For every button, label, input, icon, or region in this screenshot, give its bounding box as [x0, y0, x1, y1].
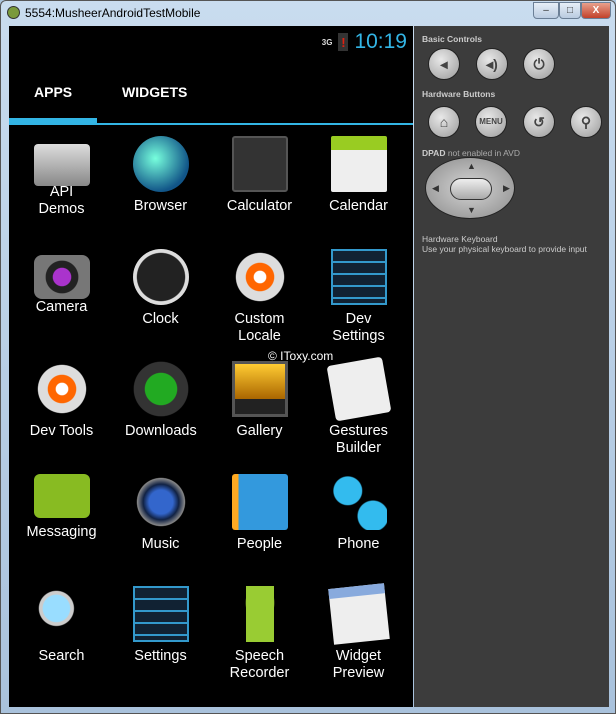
volume-down-button[interactable]: ◂	[428, 48, 460, 80]
app-gestures-builder[interactable]: Gestures Builder	[309, 356, 408, 457]
app-search[interactable]: Search	[12, 586, 111, 665]
status-bar: 3G ! 10:19	[322, 30, 407, 54]
dpad-center[interactable]	[450, 178, 492, 200]
app-label: Browser	[133, 198, 188, 214]
sliders-icon	[330, 249, 387, 305]
app-gallery[interactable]: Gallery	[210, 361, 309, 440]
app-music[interactable]: Music	[111, 474, 210, 553]
dpad-left-icon[interactable]: ◀	[432, 183, 439, 194]
keyboard-heading: Hardware Keyboard	[422, 234, 498, 244]
minimize-button[interactable]: –	[533, 2, 559, 19]
widget-icon	[327, 583, 390, 645]
android-app-icon	[7, 6, 20, 19]
message-icon	[33, 474, 90, 518]
app-phone[interactable]: Phone	[309, 474, 408, 553]
app-label: People	[236, 536, 283, 552]
calendar-icon	[330, 136, 387, 192]
app-dev-settings[interactable]: Dev Settings	[309, 249, 408, 345]
tab-divider	[9, 123, 413, 125]
close-button[interactable]: X	[581, 2, 611, 19]
gesture-icon	[326, 356, 391, 422]
app-custom-locale[interactable]: Custom Locale	[210, 249, 309, 345]
app-people[interactable]: People	[210, 474, 309, 553]
phone-icon	[330, 474, 387, 530]
tab-apps[interactable]: APPS	[34, 84, 72, 100]
menu-button[interactable]: MENU	[475, 106, 507, 138]
gear-icon	[33, 361, 90, 417]
speaker-icon	[132, 474, 189, 530]
dpad-up-icon[interactable]: ▲	[467, 161, 476, 171]
contacts-icon	[231, 474, 288, 530]
app-dev-tools[interactable]: Dev Tools	[12, 361, 111, 440]
app-camera[interactable]: Camera	[12, 249, 111, 316]
app-label: API Demos	[38, 184, 85, 217]
app-messaging[interactable]: Messaging	[12, 474, 111, 541]
app-label: Speech Recorder	[229, 648, 290, 681]
sliders-icon	[132, 586, 189, 642]
dpad[interactable]: ▲ ▼ ◀ ▶	[425, 157, 515, 219]
app-label: Gestures Builder	[329, 423, 388, 456]
window-title: 5554:MusheerAndroidTestMobile	[25, 6, 201, 20]
app-calculator[interactable]: Calculator	[210, 136, 309, 215]
app-label: Custom Locale	[234, 311, 285, 344]
picture-icon	[231, 361, 288, 417]
app-clock[interactable]: Clock	[111, 249, 210, 328]
basic-controls-heading: Basic Controls	[422, 34, 482, 44]
app-speech-recorder[interactable]: Speech Recorder	[210, 586, 309, 682]
battery-alert: !	[341, 35, 346, 50]
emulator-window: 5554:MusheerAndroidTestMobile – □ X 3G !…	[0, 0, 616, 714]
globe-icon	[132, 136, 189, 192]
app-label: Phone	[337, 536, 380, 552]
keyboard-note: Use your physical keyboard to provide in…	[422, 244, 587, 254]
app-api-demos[interactable]: API Demos	[12, 136, 111, 218]
camera-icon	[33, 255, 90, 299]
maximize-button[interactable]: □	[559, 2, 581, 19]
app-label: Calendar	[329, 198, 388, 214]
app-browser[interactable]: Browser	[111, 136, 210, 215]
controls-panel: Basic Controls ◂ ◂) ⏻ Hardware Buttons ⌂…	[414, 26, 609, 707]
dpad-down-icon[interactable]: ▼	[467, 205, 476, 215]
app-label: Downloads	[125, 423, 197, 439]
app-label: Calculator	[226, 198, 293, 214]
app-downloads[interactable]: Downloads	[111, 361, 210, 440]
signal-icon: 3G	[321, 37, 333, 47]
app-label: Search	[38, 648, 85, 664]
back-button[interactable]: ↺	[523, 106, 555, 138]
title-bar: 5554:MusheerAndroidTestMobile – □ X	[1, 1, 615, 25]
tab-widgets[interactable]: WIDGETS	[122, 84, 187, 100]
folder-gear-icon	[33, 144, 90, 186]
volume-up-button[interactable]: ◂)	[476, 48, 508, 80]
app-label: Widget Preview	[332, 648, 385, 681]
home-button[interactable]: ⌂	[428, 106, 460, 138]
watermark: © IToxy.com	[268, 349, 334, 363]
magnifier-icon	[33, 586, 90, 642]
download-icon	[132, 361, 189, 417]
app-settings[interactable]: Settings	[111, 586, 210, 665]
app-label: Gallery	[236, 423, 283, 439]
app-label: Messaging	[26, 524, 97, 540]
app-widget-preview[interactable]: Widget Preview	[309, 583, 408, 682]
calculator-icon	[231, 136, 288, 192]
gear-icon	[231, 249, 288, 305]
app-calendar[interactable]: Calendar	[309, 136, 408, 215]
android-icon	[231, 586, 288, 642]
app-label: Clock	[142, 311, 179, 327]
android-screen: 3G ! 10:19 APPS WIDGETS API Demos Browser…	[9, 26, 413, 707]
power-button[interactable]: ⏻	[523, 48, 555, 80]
search-button[interactable]: ⚲	[570, 106, 602, 138]
clock-icon	[132, 249, 189, 305]
app-label: Dev Settings	[332, 311, 385, 344]
hardware-buttons-heading: Hardware Buttons	[422, 89, 496, 99]
app-label: Camera	[35, 299, 88, 315]
app-label: Dev Tools	[29, 423, 94, 439]
dpad-right-icon[interactable]: ▶	[503, 183, 510, 194]
clock-time: 10:19	[354, 30, 407, 53]
battery-icon: !	[338, 33, 349, 51]
app-label: Music	[141, 536, 180, 552]
app-label: Settings	[134, 648, 187, 664]
